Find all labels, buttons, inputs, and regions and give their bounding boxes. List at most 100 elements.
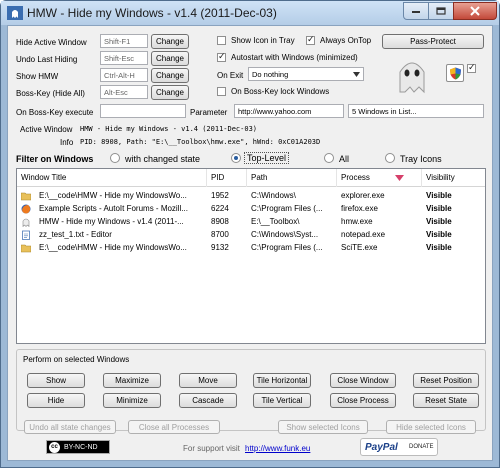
filter-radio-top-level[interactable]: [231, 153, 241, 163]
table-row[interactable]: Example Scripts - AutoIt Forums - Mozill…: [17, 202, 485, 215]
cell-visibility: Visible: [426, 191, 452, 200]
ghost-logo-icon: [399, 62, 425, 94]
maximize-button[interactable]: [428, 2, 454, 20]
change-button-show-hmw[interactable]: Change: [151, 68, 189, 83]
column-pid[interactable]: PID: [207, 169, 247, 187]
paypal-logo: PayPal: [365, 442, 398, 453]
undo-all-button[interactable]: Undo all state changes: [24, 420, 116, 434]
column-process[interactable]: Process: [337, 169, 422, 187]
cell-process: firefox.exe: [341, 204, 378, 213]
cell-process: explorer.exe: [341, 191, 385, 200]
cell-title: E:\__code\HMW - Hide my WindowsWo...: [39, 191, 187, 200]
hotkey-field-hide-active[interactable]: Shift-F1: [100, 34, 148, 48]
filter-radio-all[interactable]: [324, 153, 334, 163]
parameter-label: Parameter: [190, 108, 228, 117]
paypal-donate-button[interactable]: PayPal DONATE: [360, 438, 438, 456]
minimize-action-button[interactable]: Minimize: [103, 393, 161, 408]
column-process-label: Process: [341, 173, 370, 182]
filter-label-all: All: [339, 154, 350, 164]
close-all-processes-button[interactable]: Close all Processes: [128, 420, 220, 434]
hotkey-label-undo-last: Undo Last Hiding: [16, 55, 78, 64]
table-row[interactable]: E:\__code\HMW - Hide my WindowsWo... 195…: [17, 189, 485, 202]
close-process-button[interactable]: Close Process: [330, 393, 396, 408]
list-header: Window Title PID Path Process Visibility: [17, 169, 485, 187]
autostart-label: Autostart with Windows (minimized): [231, 53, 358, 62]
column-window-title[interactable]: Window Title: [17, 169, 207, 187]
boss-execute-field[interactable]: [100, 104, 186, 118]
column-path[interactable]: Path: [247, 169, 337, 187]
close-window-button[interactable]: Close Window: [330, 373, 396, 388]
folder-icon: [21, 192, 31, 201]
chevron-down-icon: [353, 72, 360, 77]
column-visibility[interactable]: Visibility: [422, 169, 485, 187]
minimize-button[interactable]: [403, 2, 429, 20]
hotkey-field-undo-last[interactable]: Shift-Esc: [100, 51, 148, 65]
cell-process: hmw.exe: [341, 217, 373, 226]
maximize-action-button[interactable]: Maximize: [103, 373, 161, 388]
cell-pid: 6224: [211, 204, 229, 213]
cell-title: HMW - Hide my Windows - v1.4 (2011-...: [39, 217, 184, 226]
cell-visibility: Visible: [426, 217, 452, 226]
table-row[interactable]: HMW - Hide my Windows - v1.4 (2011-... 8…: [17, 215, 485, 228]
filter-radio-changed-state[interactable]: [110, 153, 120, 163]
cell-pid: 9132: [211, 243, 229, 252]
active-window-value: HMW - Hide my Windows - v1.4 (2011-Dec-0…: [80, 125, 258, 133]
support-text: For support visit: [183, 444, 240, 453]
parameter-field[interactable]: http://www.yahoo.com: [234, 104, 344, 118]
cell-pid: 8908: [211, 217, 229, 226]
hotkey-label-boss-key: Boss-Key (Hide All): [16, 89, 85, 98]
on-exit-value: Do nothing: [252, 70, 289, 79]
show-selected-icons-button[interactable]: Show selected Icons: [278, 420, 368, 434]
window-count-field: 5 Windows in List...: [348, 104, 484, 118]
main-window: HMW - Hide my Windows - v1.4 (2011-Dec-0…: [0, 0, 500, 468]
on-exit-label: On Exit: [217, 71, 244, 80]
cascade-button[interactable]: Cascade: [179, 393, 237, 408]
cc-license-text: BY-NC-ND: [64, 444, 98, 451]
close-button[interactable]: [453, 2, 497, 20]
cc-license-badge[interactable]: cc BY-NC-ND: [46, 440, 110, 454]
minimize-icon: [412, 11, 420, 13]
hotkey-field-boss-key[interactable]: Alt-Esc: [100, 85, 148, 99]
hide-selected-icons-button[interactable]: Hide selected Icons: [386, 420, 476, 434]
cell-process: SciTE.exe: [341, 243, 378, 252]
table-row[interactable]: zz_test_1.txt - Editor 8700 C:\Windows\S…: [17, 228, 485, 241]
filter-label-changed-state: with changed state: [125, 154, 201, 164]
reset-position-button[interactable]: Reset Position: [413, 373, 479, 388]
cell-title: zz_test_1.txt - Editor: [39, 230, 112, 239]
title-bar[interactable]: HMW - Hide my Windows - v1.4 (2011-Dec-0…: [1, 1, 499, 25]
show-icon-tray-label: Show Icon in Tray: [231, 36, 295, 45]
cell-visibility: Visible: [426, 230, 452, 239]
on-exit-select[interactable]: Do nothing: [248, 67, 364, 81]
filter-radio-tray-icons[interactable]: [385, 153, 395, 163]
firefox-icon: [21, 204, 31, 214]
table-row[interactable]: E:\__code\HMW - Hide my WindowsWo... 913…: [17, 241, 485, 254]
cc-logo-icon: cc: [49, 442, 60, 453]
shield-button[interactable]: [446, 64, 464, 82]
tile-vertical-button[interactable]: Tile Vertical: [253, 393, 311, 408]
change-button-undo-last[interactable]: Change: [151, 51, 189, 66]
support-link[interactable]: http://www.funk.eu: [245, 444, 310, 453]
hotkey-field-show-hmw[interactable]: Ctrl-Alt-H: [100, 68, 148, 82]
show-button[interactable]: Show: [27, 373, 85, 388]
cell-path: C:\Program Files (...: [251, 243, 323, 252]
change-button-boss-key[interactable]: Change: [151, 85, 189, 100]
show-icon-tray-checkbox[interactable]: [217, 36, 226, 45]
reset-state-button[interactable]: Reset State: [413, 393, 479, 408]
always-ontop-label: Always OnTop: [320, 36, 372, 45]
boss-key-lock-checkbox[interactable]: [217, 87, 226, 96]
change-button-hide-active[interactable]: Change: [151, 34, 189, 49]
shield-toggle-checkbox[interactable]: [467, 62, 476, 73]
move-button[interactable]: Move: [179, 373, 237, 388]
info-label: Info: [60, 138, 74, 147]
cell-path: E:\__Toolbox\: [251, 217, 300, 226]
cell-path: C:\Windows\Syst...: [251, 230, 319, 239]
window-list[interactable]: Window Title PID Path Process Visibility…: [16, 168, 486, 344]
autostart-checkbox[interactable]: [217, 51, 226, 62]
window-title: HMW - Hide my Windows - v1.4 (2011-Dec-0…: [27, 6, 277, 20]
always-ontop-checkbox[interactable]: [306, 34, 315, 45]
hide-button[interactable]: Hide: [27, 393, 85, 408]
tile-horizontal-button[interactable]: Tile Horizontal: [253, 373, 311, 388]
sort-descending-icon: [395, 175, 404, 181]
pass-protect-button[interactable]: Pass-Protect: [382, 34, 484, 49]
cell-path: C:\Windows\: [251, 191, 296, 200]
